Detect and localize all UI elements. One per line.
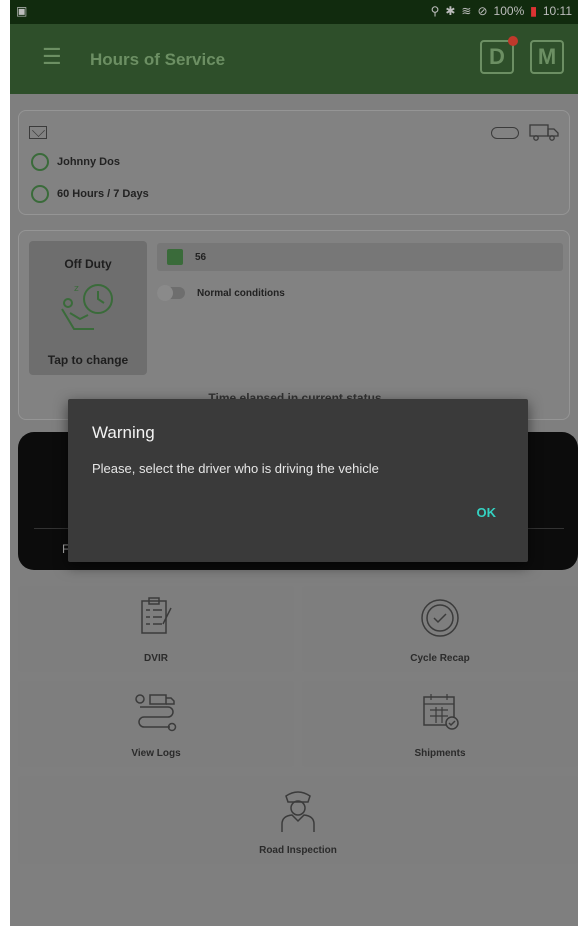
shipments-tile[interactable]: Shipments	[302, 681, 578, 767]
mail-icon[interactable]	[29, 126, 47, 139]
m-logo-text: M	[537, 44, 557, 69]
eld-connection-icon[interactable]	[491, 127, 519, 139]
cycle-recap-label: Cycle Recap	[410, 653, 470, 664]
duty-status-button[interactable]: Off Duty z Tap to change	[29, 241, 147, 375]
driver-icon	[31, 153, 49, 171]
conditions-label: Normal conditions	[197, 287, 285, 299]
driver-row: Johnny Dos	[31, 153, 120, 171]
status-card: Off Duty z Tap to change 56 Normal condi…	[18, 230, 570, 420]
d-logo-button[interactable]: D	[480, 36, 518, 74]
vehicle-number: 56	[195, 251, 207, 263]
wifi-icon: ≋	[461, 4, 472, 18]
clipboard-icon	[141, 597, 172, 634]
dvir-label: DVIR	[144, 653, 168, 664]
conditions-row: Normal conditions	[157, 285, 285, 301]
tap-to-change-label: Tap to change	[47, 353, 129, 367]
status-bar: ▣ ⚲ ✱ ≋ ⊘ 100% ▮ 10:11	[10, 0, 578, 24]
cycle-recap-tile[interactable]: Cycle Recap	[302, 586, 578, 672]
calendar-icon	[423, 694, 459, 730]
cycle-row: 60 Hours / 7 Days	[31, 185, 149, 203]
battery-percent: 100%	[493, 4, 525, 18]
ok-button[interactable]: OK	[477, 505, 497, 520]
battery-icon: ▮	[530, 4, 537, 18]
dvir-tile[interactable]: DVIR	[18, 586, 294, 672]
vehicle-selector[interactable]: 56	[157, 243, 563, 271]
app-bar: ☰ Hours of Service D M	[10, 24, 578, 94]
clock: 10:11	[542, 4, 572, 18]
location-icon: ⚲	[430, 4, 440, 18]
bluetooth-icon: ✱	[445, 4, 456, 18]
gallery-notification-icon: ▣	[16, 4, 28, 18]
dialog-title: Warning	[92, 423, 155, 442]
truck-icon[interactable]	[529, 123, 559, 141]
road-inspection-label: Road Inspection	[259, 845, 337, 856]
d-logo-text: D	[489, 44, 505, 69]
dnd-icon: ⊘	[477, 4, 488, 18]
view-logs-tile[interactable]: View Logs	[18, 681, 294, 767]
cycle-icon	[31, 185, 49, 203]
m-logo-button[interactable]: M	[530, 40, 564, 74]
dialog-message: Please, select the driver who is driving…	[92, 461, 379, 476]
clock-check-icon	[421, 599, 459, 637]
duty-status-label: Off Duty	[64, 257, 112, 271]
app-title: Hours of Service	[90, 50, 226, 69]
view-logs-label: View Logs	[131, 748, 181, 759]
driver-card: Johnny Dos 60 Hours / 7 Days	[18, 110, 570, 215]
driver-name: Johnny Dos	[57, 156, 120, 168]
warning-dialog: Warning Please, select the driver who is…	[68, 399, 528, 562]
road-inspection-tile[interactable]: Road Inspection	[18, 776, 578, 864]
notification-dot	[508, 36, 518, 46]
conditions-toggle[interactable]	[157, 285, 185, 301]
shipments-label: Shipments	[414, 748, 466, 759]
officer-icon	[281, 791, 315, 832]
sleeping-driver-icon: z	[61, 284, 113, 330]
cycle-rule: 60 Hours / 7 Days	[57, 188, 149, 200]
menu-icon[interactable]: ☰	[42, 46, 64, 68]
vehicle-icon	[167, 249, 183, 265]
svg-text:z: z	[74, 284, 79, 294]
device-screen: ▣ ⚲ ✱ ≋ ⊘ 100% ▮ 10:11 ☰ Hours of Servic…	[10, 0, 578, 926]
route-icon	[135, 694, 177, 732]
